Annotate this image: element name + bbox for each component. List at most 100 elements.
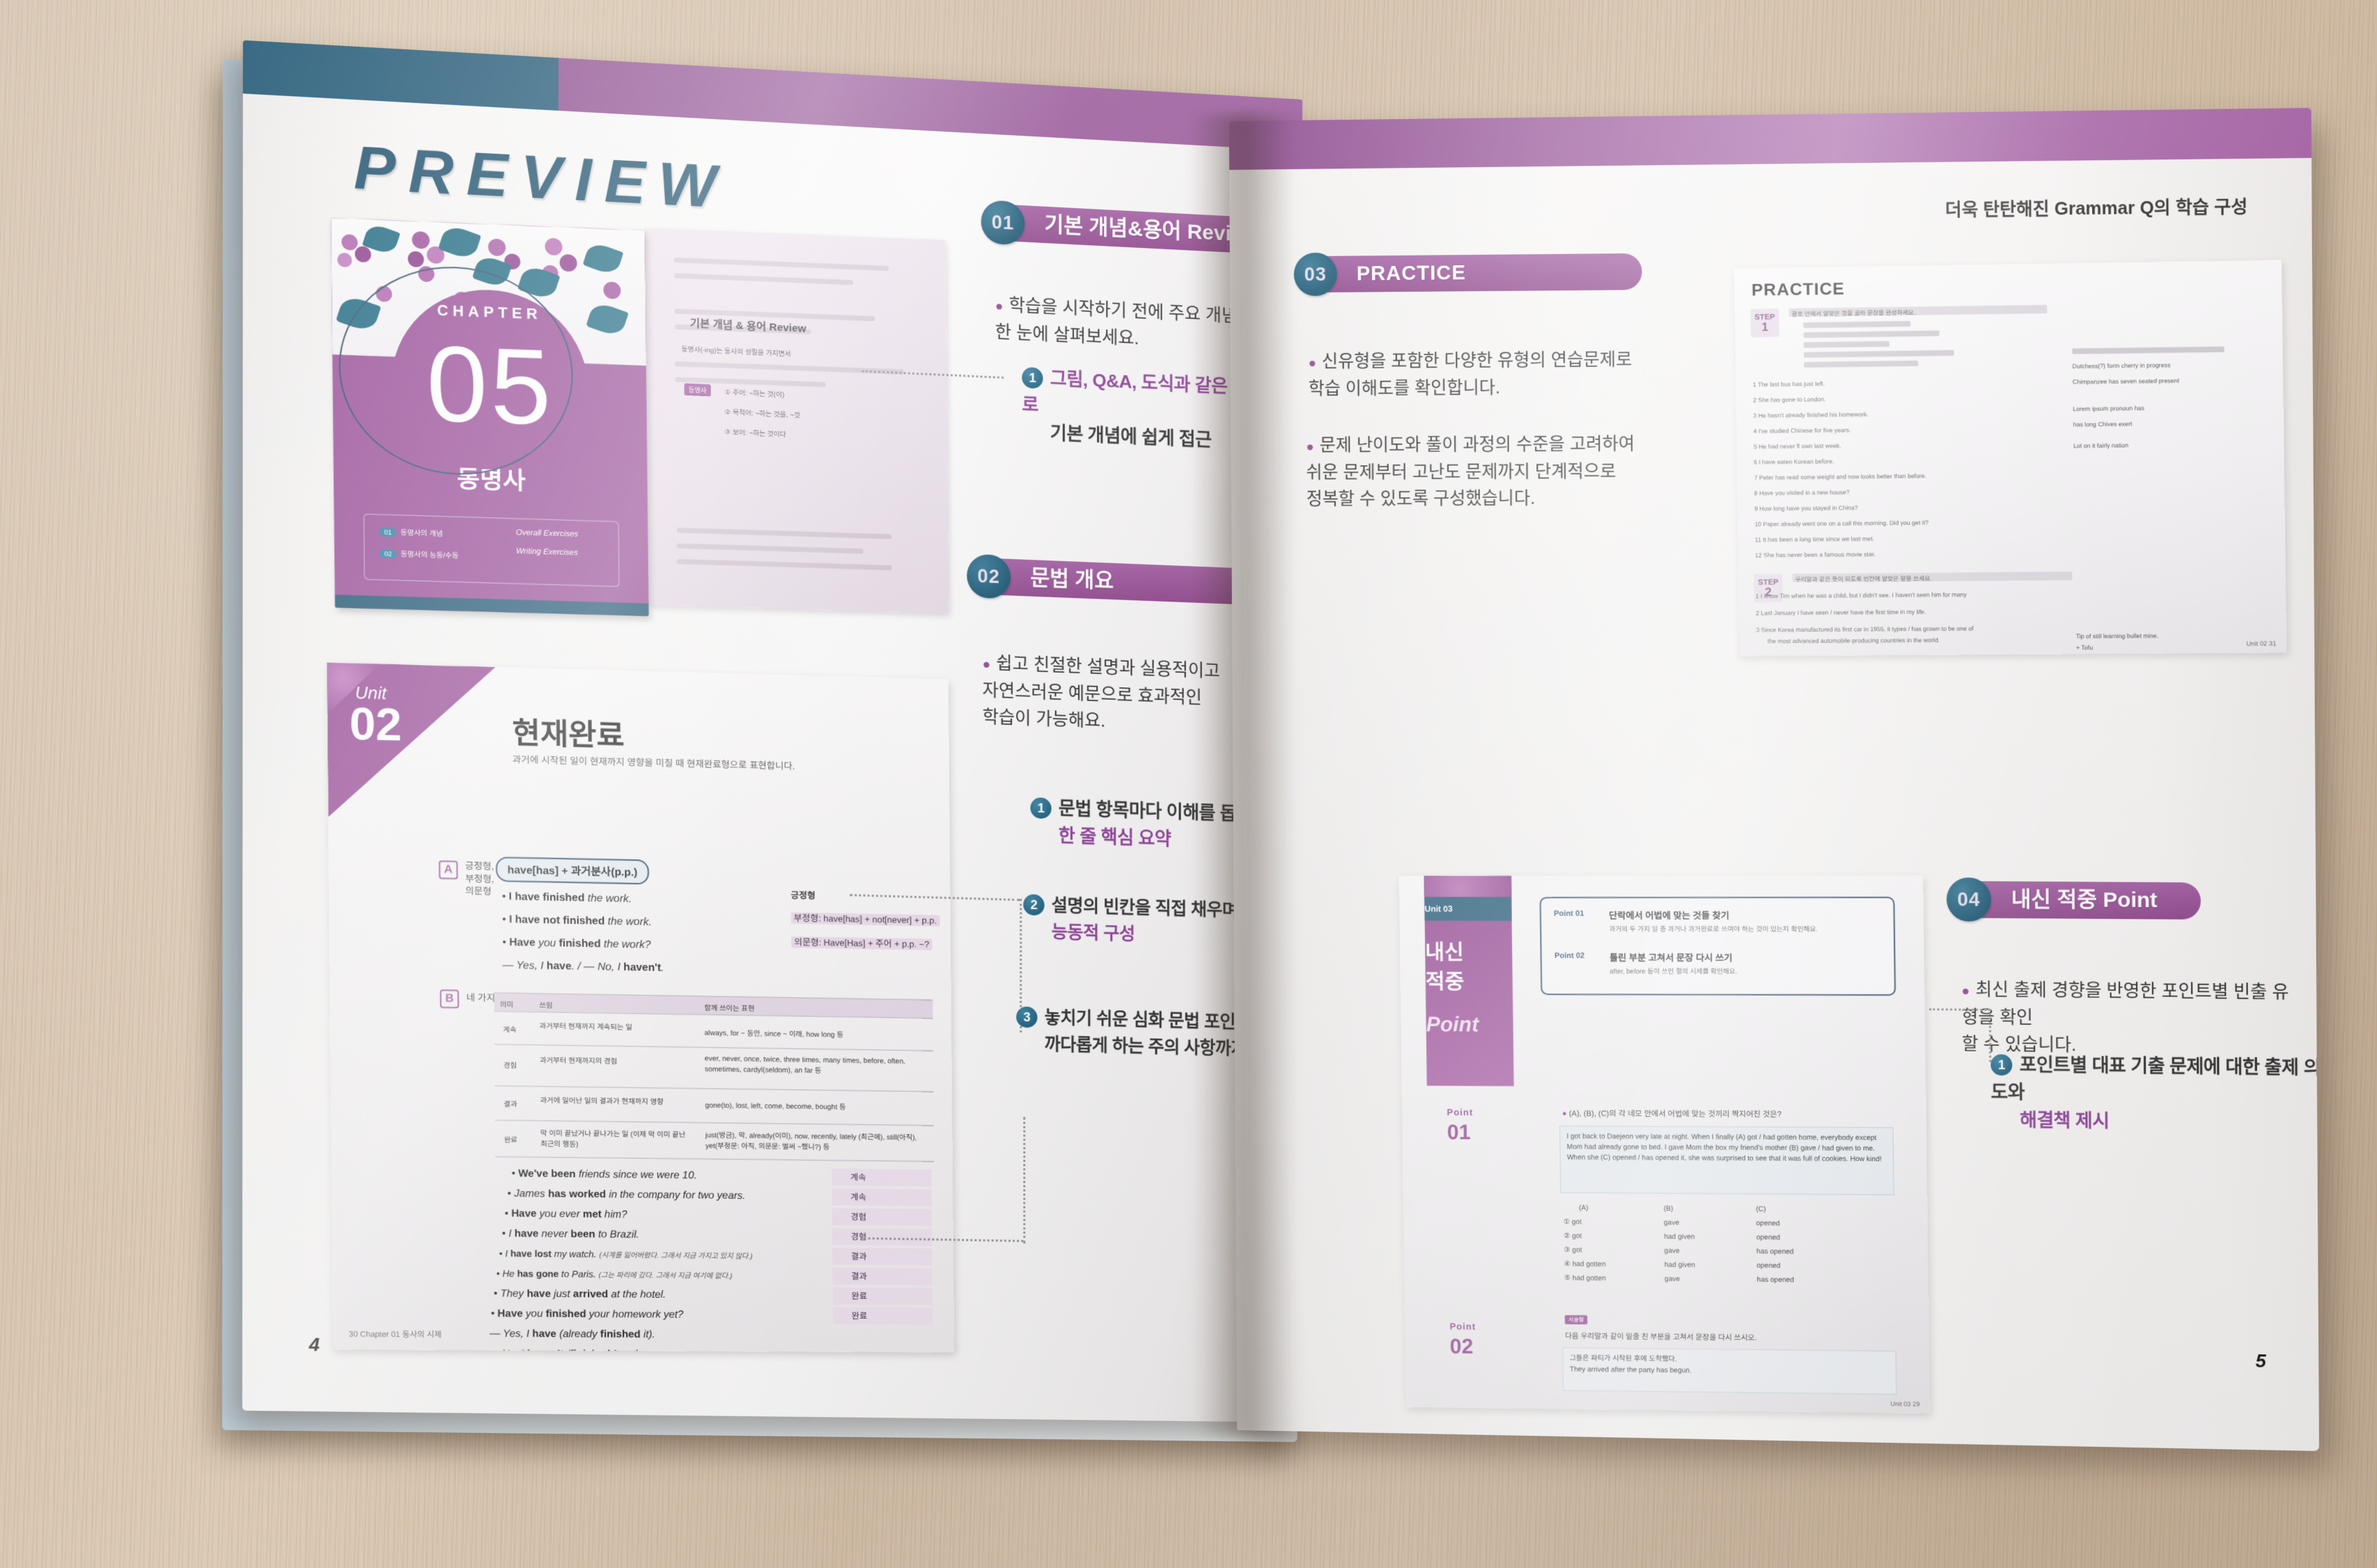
section-03-title: PRACTICE [1324, 253, 1643, 292]
bullet-icon: ● [995, 298, 1004, 314]
table-header-expressions: 함께 쓰이는 표현 [704, 1004, 755, 1013]
option-row-3-c: has opened [1756, 1248, 1794, 1256]
section-03-badge: 03 [1293, 252, 1337, 297]
annotation-line-2: 해결책 제시 [2019, 1108, 2110, 1132]
unit-title: 현재완료 [512, 716, 625, 753]
chapter-exercise-2: Writing Exercises [515, 547, 578, 558]
point-01-label: Point [1447, 1106, 1474, 1118]
annotation-line-1: 포인트별 대표 기출 문제에 대한 출제 의도와 [1990, 1053, 2319, 1103]
bullet-icon: ● [982, 657, 991, 673]
sentence-row: — No, I haven't (finished it yet). [488, 1348, 642, 1352]
cell-expressions: ever, never, once, twice, three times, m… [704, 1055, 905, 1075]
chapter-inner-preview [644, 228, 949, 614]
cell-expressions: gone(to), lost, left, come, become, boug… [705, 1101, 846, 1112]
unit-number: 02 [349, 697, 403, 751]
practice-thumb-footer: Unit 02 31 [2246, 639, 2277, 648]
chapter-unit-1: 01 동명사의 개념 [380, 526, 443, 538]
option-row-4-c: opened [1756, 1262, 1781, 1270]
table-header-usage: 쓰임 [539, 1001, 553, 1010]
sentence-row: • James has worked in the company for tw… [507, 1188, 746, 1202]
option-row-1-a: ① got [1563, 1218, 1582, 1226]
point-tab-line-1: 내신 [1425, 941, 1465, 964]
cell-usage: 과거부터 현재까지의 경험 [539, 1056, 618, 1066]
example-a-4: — Yes, I have. / — No, I haven't. [502, 959, 664, 974]
option-row-2-b: had given [1664, 1232, 1695, 1241]
left-page-number: 4 [309, 1333, 320, 1356]
option-row-1-b: gave [1663, 1218, 1680, 1228]
note-interrogative: 의문형: Have[Has] + 주어 + p.p. ~? [790, 934, 933, 950]
point-01-question: ● (A), (B), (C)의 각 네모 안에서 어법에 맞는 것끼리 짝지어… [1561, 1109, 1782, 1120]
cell-meaning: 경험 [503, 1062, 517, 1070]
sentence-tag: 경험 [832, 1208, 932, 1226]
option-header-c: (C) [1756, 1205, 1766, 1214]
purple-top-band [558, 58, 1302, 151]
connector-dots-3v [1023, 1117, 1026, 1244]
example-a-1: • I have finished the work. [501, 890, 632, 905]
note-affirmative: 긍정형 [790, 890, 816, 901]
cell-meaning: 완료 [504, 1136, 517, 1145]
option-row-3-b: gave [1664, 1247, 1680, 1255]
page-title: PREVIEW [353, 133, 729, 221]
point-01-passage: I got back to Daejeon very late at night… [1559, 1125, 1894, 1195]
connector-dots-4v [1988, 1008, 1992, 1063]
point-1-title: 단락에서 어법에 맞는 것들 찾기 [1609, 910, 1730, 921]
sentence-tag: 결과 [832, 1248, 933, 1266]
left-page: PREVIEW 기본 개념 & 용어 Review 동명사(-ing)는 동사의… [242, 40, 1303, 1422]
point-01-number: 01 [1447, 1120, 1471, 1145]
section-01-text: 학습을 시작하기 전에 주요 개념을 한 눈에 살펴보세요. [995, 295, 1254, 349]
practice-thumb-title: PRACTICE [1751, 279, 1845, 300]
sentence-row: • He has gone to Paris. (그는 파리에 갔다. 그래서 … [496, 1268, 733, 1280]
chapter-unit-2-tag: 02 [380, 549, 396, 558]
section-02-text: 쉽고 친절한 설명과 실용적이고 자연스러운 예문으로 효과적인 학습이 가능해… [982, 653, 1220, 732]
point-02-body: 그들은 파티가 시작된 후에 도착했다. They arrived after … [1562, 1347, 1897, 1395]
note-negative: 부정형: have[has] + not[never] + p.p. [790, 910, 940, 927]
connector-dots-4 [1929, 1008, 1990, 1011]
cell-expressions: just(방금), 막, already(이미), now, recently,… [705, 1131, 917, 1152]
annotation-line-2: 기본 개념에 쉽게 접근 [1050, 422, 1212, 450]
sentence-tag: 결과 [832, 1267, 933, 1285]
option-header-a: (A) [1578, 1204, 1589, 1212]
chapter-unit-2-label: 동명사의 능동/수동 [400, 550, 459, 560]
example-a-2: • I have not finished the work. [501, 913, 652, 929]
unit-page-thumbnail: Unit 02 현재완료 과거에 시작된 일이 현재까지 영향을 미칠 때 현재… [327, 662, 955, 1353]
grape-decor-icon [1424, 875, 1512, 897]
practice-step-1: STEP 1 [1750, 308, 1779, 338]
section-b-letter: B [439, 989, 460, 1009]
cell-meaning: 결과 [504, 1100, 517, 1109]
sentence-row: • I have lost my watch. (시계를 잃어버렸다. 그래서 … [499, 1248, 753, 1261]
cell-meaning: 계속 [503, 1026, 517, 1035]
right-page: 더욱 탄탄해진 Grammar Q의 학습 구성 03 PRACTICE ● 신유… [1229, 107, 2319, 1452]
option-row-5-a: ⑤ had gotten [1564, 1274, 1606, 1283]
option-row-3-a: ③ got [1564, 1246, 1582, 1255]
sentence-tag: 완료 [832, 1307, 933, 1325]
chapter-unit-1-tag: 01 [380, 527, 396, 538]
table-header-meaning: 의미 [499, 1001, 514, 1010]
annotation-number: 1 [1030, 797, 1052, 820]
option-row-4-a: ④ had gotten [1564, 1260, 1606, 1269]
option-row-2-c: opened [1756, 1233, 1780, 1242]
chapter-unit-1-label: 동명사의 개념 [400, 528, 444, 539]
cell-usage: 과거부터 현재까지 계속되는 일 [539, 1022, 632, 1032]
section-03-bullet-1-text: 신유형을 포함한 다양한 유형의 연습문제로 학습 이해도를 확인합니다. [1308, 349, 1632, 398]
option-row-5-b: gave [1665, 1275, 1681, 1283]
section-04-badge: 04 [1946, 877, 1992, 922]
open-textbook: PREVIEW 기본 개념 & 용어 Review 동명사(-ing)는 동사의… [38, 20, 2351, 1497]
meaning-table: 의미 쓰임 함께 쓰이는 표현 계속 과거부터 현재까지 계속되는 일 alwa… [494, 992, 935, 1162]
cell-usage: 막 이미 끝났거나 끝나가는 일 (이제 막 이미 끝난 최근의 행동) [540, 1129, 686, 1149]
practice-page-thumbnail: PRACTICE STEP 1 괄호 안에서 알맞은 것을 골라 문장을 완성하… [1734, 260, 2287, 657]
running-header: 더욱 탄탄해진 Grammar Q의 학습 구성 [1945, 197, 2248, 221]
section-03-bullet-1: ● 신유형을 포함한 다양한 유형의 연습문제로 학습 이해도를 확인합니다. [1308, 319, 1646, 402]
section-a-letter: A [439, 860, 458, 880]
point-1-desc: 과거의 두 가지 일 중 과거나 과거완료로 쓰여야 하는 것이 있는지 확인해… [1609, 925, 1818, 934]
example-a-3: • Have you finished the work? [502, 936, 651, 951]
bullet-icon: ● [1306, 439, 1314, 455]
navy-top-band [242, 40, 559, 111]
sentence-tag: 완료 [832, 1287, 933, 1306]
annotation-number: 2 [1023, 894, 1045, 916]
option-row-4-b: had given [1664, 1261, 1696, 1269]
bullet-icon: ● [1308, 356, 1317, 371]
section-04-annotation-1: 1 포인트별 대표 기출 문제에 대한 출제 의도와 해결책 제시 [1990, 1051, 2319, 1138]
section-a-label: 긍정형, 부정형, 의문형 [465, 860, 494, 897]
table-row: 완료 막 이미 끝났거나 끝나가는 일 (이제 막 이미 끝난 최근의 행동) … [494, 1120, 935, 1162]
point-summary-box: Point 01 단락에서 어법에 맞는 것들 찾기 과거의 두 가지 일 중 … [1539, 896, 1896, 996]
